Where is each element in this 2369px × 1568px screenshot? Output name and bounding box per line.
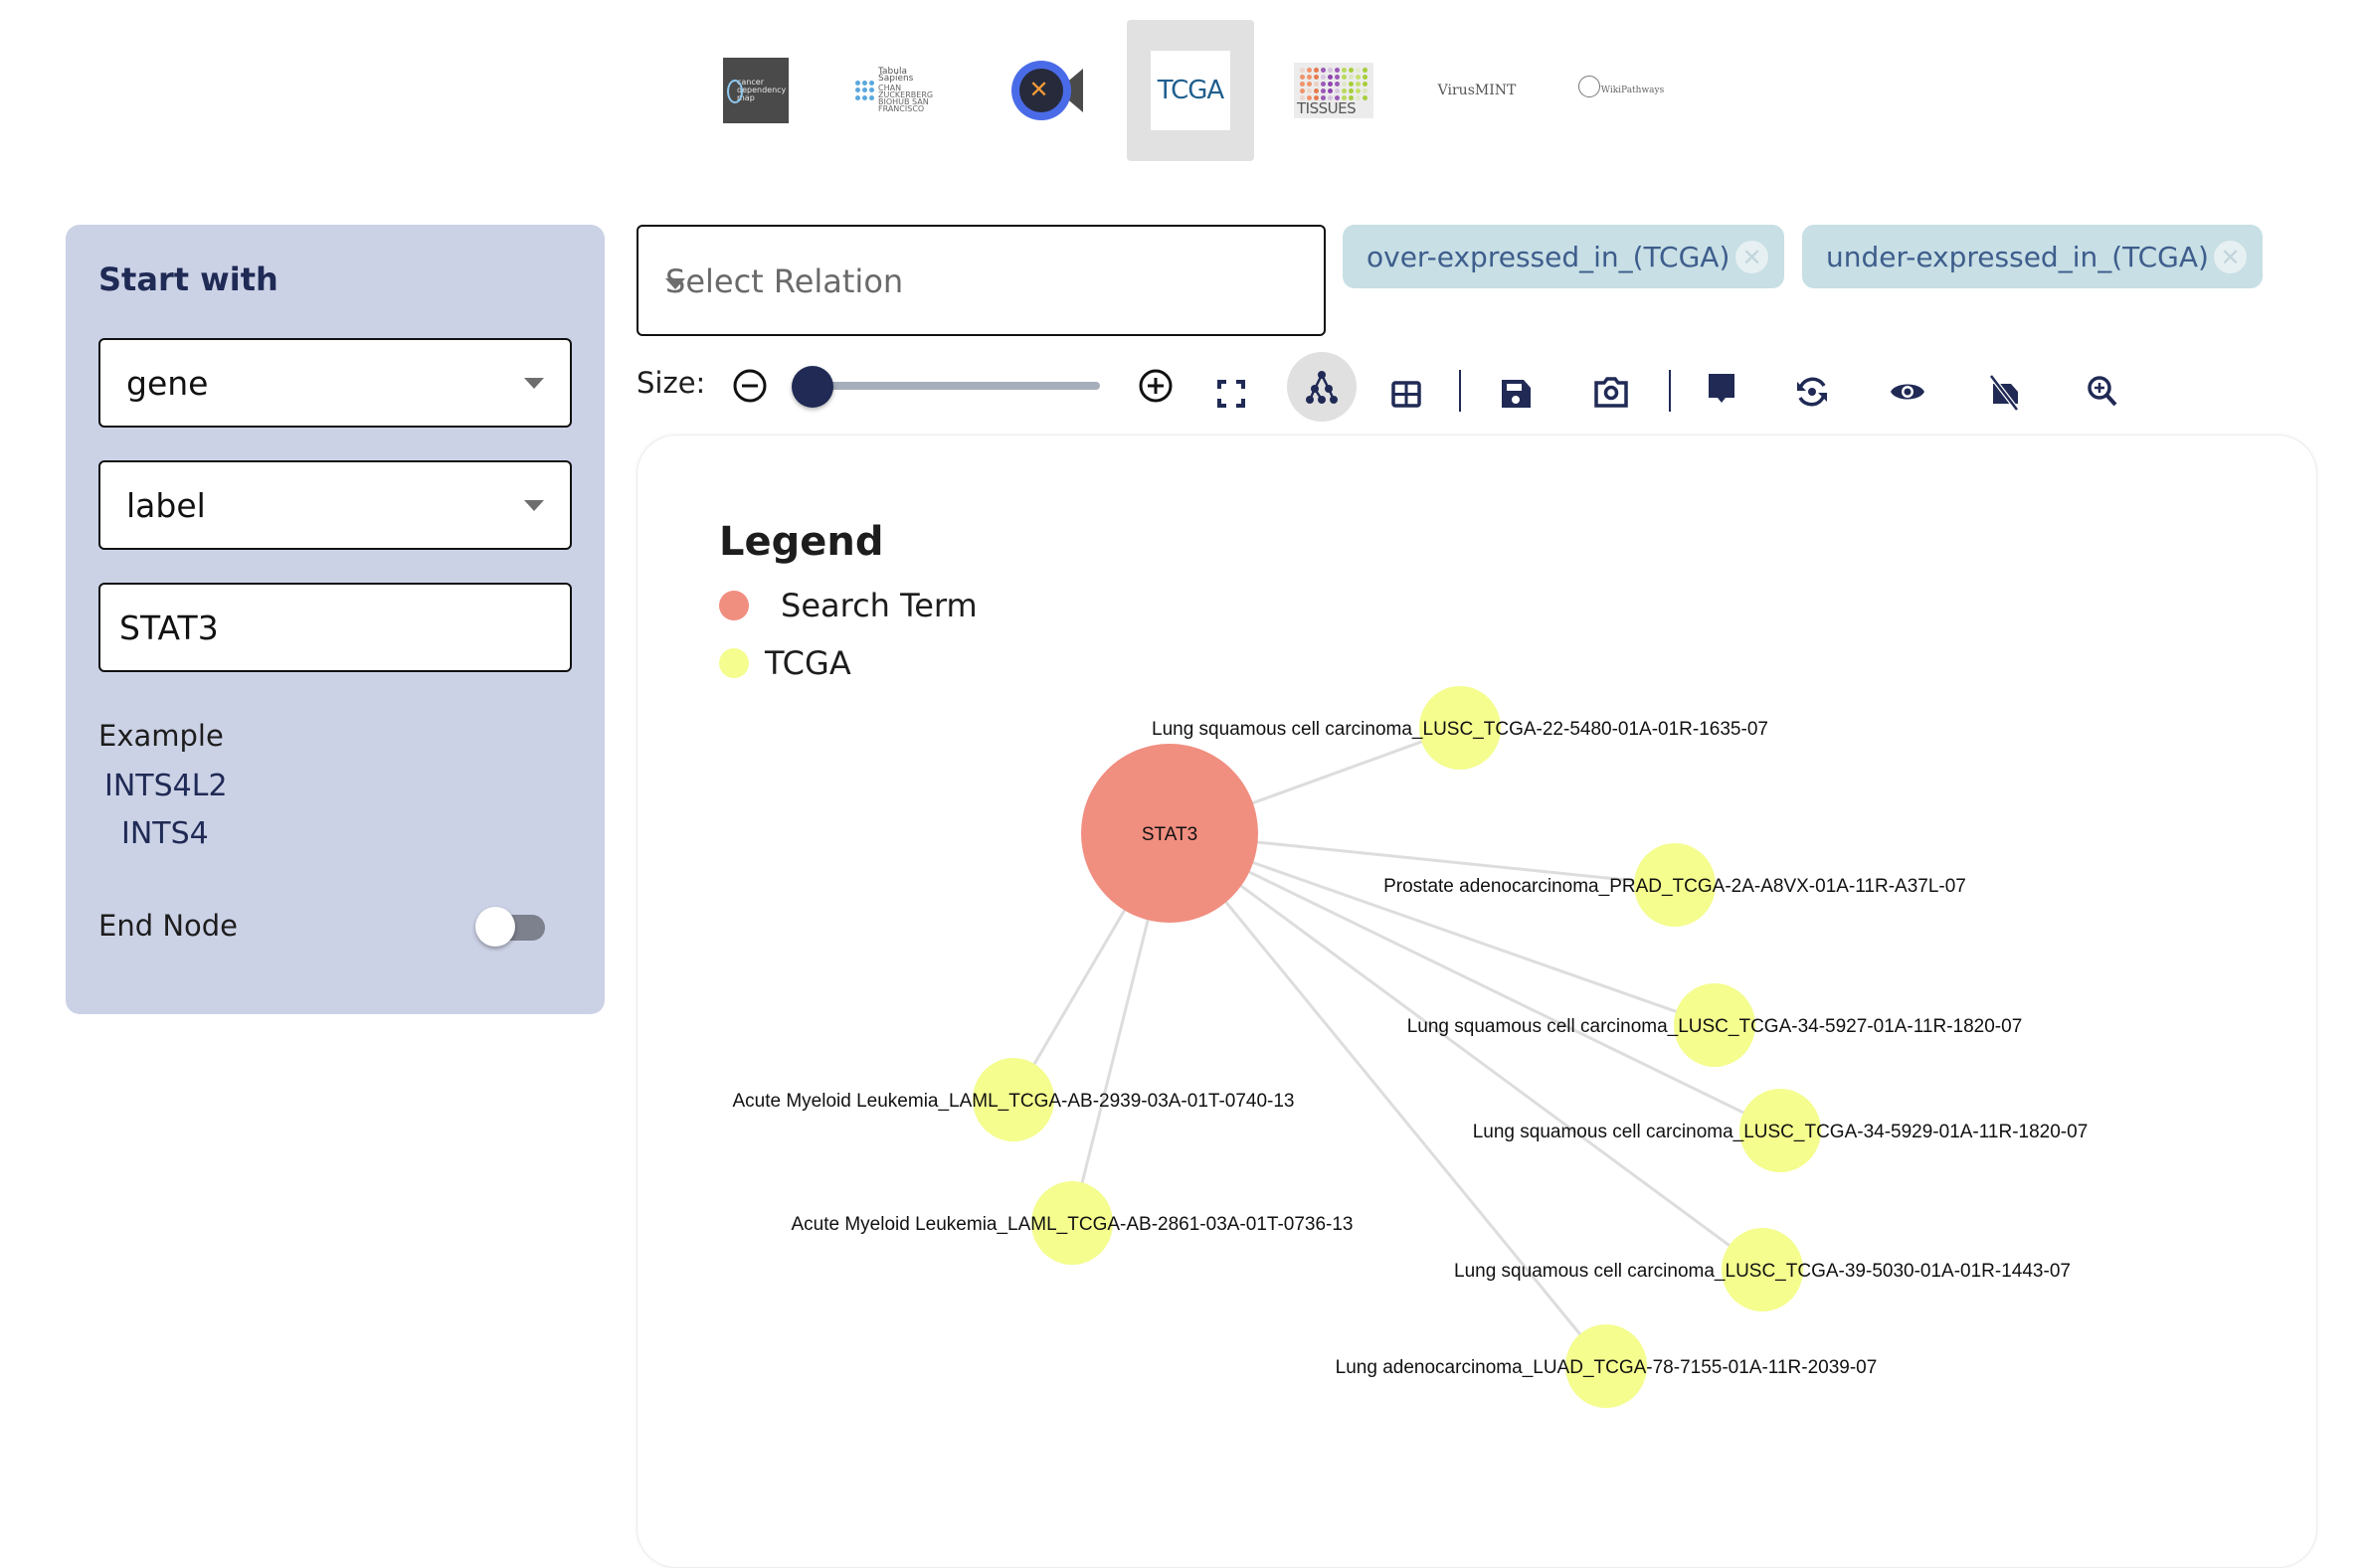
example-link[interactable]: INTS4L2	[104, 769, 228, 803]
node-label: Lung squamous cell carcinoma_LUSC_TCGA-3…	[1473, 1122, 2089, 1142]
search-input[interactable]: STAT3	[98, 583, 572, 672]
relation-select[interactable]: Select Relation	[637, 225, 1326, 336]
network-view-button[interactable]	[1287, 352, 1357, 422]
node-label: Prostate adenocarcinoma_PRAD_TCGA-2A-A8V…	[1383, 876, 1966, 897]
tabula-sublabel: CHAN ZUCKERBERG BIOHUB SAN FRANCISCO	[878, 84, 934, 113]
node-type-value: gene	[126, 363, 209, 403]
node-label: Acute Myeloid Leukemia_LAML_TCGA-AB-2861…	[791, 1214, 1353, 1235]
label-off-icon	[1989, 374, 2019, 412]
floppy-disk-icon	[1502, 380, 1531, 408]
example-label: Example	[98, 719, 224, 753]
zoom-in-icon	[2088, 376, 2117, 407]
zoom-in-button[interactable]	[1130, 360, 1182, 412]
legend-title: Legend	[719, 519, 884, 565]
zoom-out-button[interactable]	[724, 360, 776, 412]
close-icon[interactable]: ✕	[1735, 241, 1768, 273]
tissues-logo: TISSUES	[1294, 63, 1373, 118]
save-button[interactable]	[1490, 368, 1542, 420]
table-icon	[1391, 381, 1421, 408]
reset-layout-button[interactable]	[1786, 366, 1838, 418]
tabula-label: Tabula Sapiens	[878, 67, 914, 84]
source-tissues[interactable]: TISSUES	[1293, 20, 1374, 161]
comment-icon	[1709, 374, 1734, 403]
hide-labels-button[interactable]	[1979, 366, 2031, 418]
target-logo-icon	[1010, 61, 1071, 120]
node-label: STAT3	[1142, 824, 1197, 845]
plus-circle-icon	[1139, 369, 1173, 403]
zoom-search-button[interactable]	[2077, 366, 2128, 418]
size-label: Size:	[637, 366, 706, 400]
screenshot-button[interactable]	[1585, 366, 1637, 418]
chip-label: over-expressed_in_(TCGA)	[1367, 240, 1731, 273]
depmap-logo: cancer dependency map	[723, 58, 789, 123]
node-label: Lung adenocarcinoma_LUAD_TCGA-78-7155-01…	[1336, 1357, 1878, 1378]
tissues-label: TISSUES	[1297, 99, 1357, 117]
show-button[interactable]	[1882, 366, 1933, 418]
relation-chip[interactable]: over-expressed_in_(TCGA) ✕	[1343, 225, 1784, 288]
slider-thumb[interactable]	[792, 366, 833, 408]
start-panel: Start with gene label STAT3 Example INTS…	[66, 225, 605, 1014]
source-tabula-sapiens[interactable]: Tabula Sapiens CHAN ZUCKERBERG BIOHUB SAN…	[855, 20, 945, 161]
search-value: STAT3	[119, 608, 219, 647]
refresh-icon	[1797, 377, 1827, 407]
source-depmap[interactable]: cancer dependency map	[721, 20, 791, 161]
source-wikipathways[interactable]: WikiPathways	[1576, 20, 1666, 161]
source-selector: cancer dependency map Tabula Sapiens CHAN…	[0, 20, 2369, 161]
legend-item: Search Term	[719, 587, 978, 624]
chip-label: under-expressed_in_(TCGA)	[1826, 240, 2209, 273]
legend-label: Search Term	[781, 587, 978, 624]
wikipathways-logo: WikiPathways	[1600, 86, 1665, 95]
size-slider[interactable]	[792, 364, 1106, 408]
panel-title: Start with	[98, 261, 278, 298]
table-view-button[interactable]	[1380, 368, 1432, 420]
minus-circle-icon	[733, 369, 767, 403]
legend-swatch	[719, 591, 749, 620]
end-node-label: End Node	[98, 909, 239, 943]
toolbar-divider	[1669, 370, 1671, 412]
end-node-toggle[interactable]	[475, 907, 551, 947]
graph-node-search-term[interactable]: STAT3	[1081, 744, 1258, 923]
caret-down-icon	[524, 500, 544, 511]
source-tcga[interactable]: TCGA	[1127, 20, 1254, 161]
virusmint-logo: VirusMINT	[1437, 83, 1517, 98]
eye-icon	[1891, 384, 1924, 400]
example-link[interactable]: INTS4	[121, 816, 209, 851]
legend-swatch	[719, 648, 749, 678]
globe-icon	[1577, 76, 1600, 97]
attribute-value: label	[126, 485, 206, 525]
tabula-logo-icon	[855, 81, 874, 100]
node-label: Lung squamous cell carcinoma_LUSC_TCGA-3…	[1454, 1261, 2071, 1282]
node-label: Lung squamous cell carcinoma_LUSC_TCGA-2…	[1152, 719, 1768, 740]
legend-label: TCGA	[765, 644, 851, 682]
tcga-logo: TCGA	[1151, 51, 1230, 130]
caret-down-icon	[665, 278, 685, 289]
fullscreen-button[interactable]	[1205, 368, 1257, 420]
relation-chip[interactable]: under-expressed_in_(TCGA) ✕	[1802, 225, 2263, 288]
fullscreen-icon	[1217, 380, 1245, 408]
network-icon	[1306, 371, 1338, 404]
relation-placeholder: Select Relation	[665, 262, 904, 300]
node-label: Lung squamous cell carcinoma_LUSC_TCGA-3…	[1407, 1016, 2023, 1037]
attribute-select[interactable]: label	[98, 460, 572, 550]
legend-item: TCGA	[719, 644, 851, 682]
comment-button[interactable]	[1696, 362, 1747, 414]
source-target[interactable]	[1009, 20, 1084, 161]
toolbar-divider	[1459, 370, 1461, 412]
camera-icon	[1594, 377, 1628, 408]
node-label: Acute Myeloid Leukemia_LAML_TCGA-AB-2939…	[732, 1091, 1294, 1112]
caret-down-icon	[524, 378, 544, 389]
node-type-select[interactable]: gene	[98, 338, 572, 428]
toggle-knob	[475, 907, 515, 947]
source-virusmint[interactable]: VirusMINT	[1432, 20, 1522, 161]
close-icon[interactable]: ✕	[2214, 241, 2247, 273]
